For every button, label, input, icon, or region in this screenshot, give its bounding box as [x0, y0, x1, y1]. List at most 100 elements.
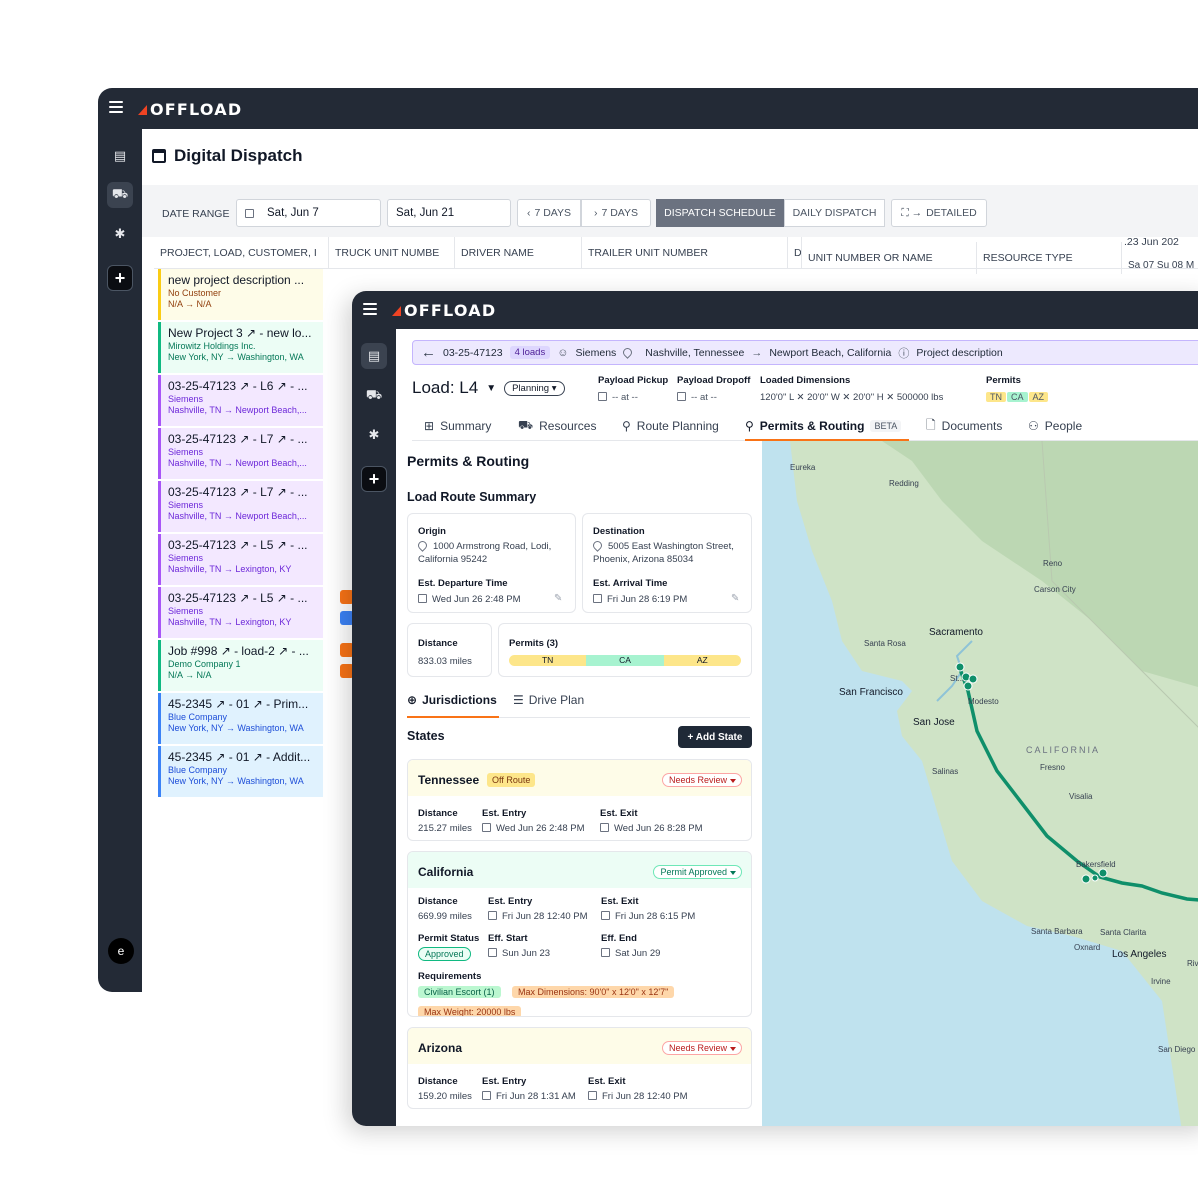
permit-segment-ca: CA [586, 655, 664, 666]
dispatch-toolbar: DATE RANGE Sat, Jun 7 Sat, Jun 21 ‹ 7 DAY… [142, 185, 1198, 237]
column-project[interactable]: PROJECT, LOAD, CUSTOMER, I [154, 237, 329, 269]
calendar-icon [588, 1091, 597, 1100]
requirement-chip: Max Dimensions: 90'0" x 12'0" x 12'7" [512, 986, 675, 998]
caret-down-icon: ▼ [486, 382, 497, 394]
tab-route-planning[interactable]: ⚲ Route Planning [622, 411, 719, 441]
calendar-icon [482, 823, 491, 832]
calendar-icon [488, 911, 497, 920]
dispatch-schedule-button[interactable]: DISPATCH SCHEDULE [656, 199, 784, 227]
grid-header: PROJECT, LOAD, CUSTOMER, I TRUCK UNIT NU… [154, 236, 1198, 274]
list-item[interactable]: 45-2345 ↗ - 01 ↗ - Addit... Blue Company N… [158, 746, 323, 797]
calendar-icon [601, 948, 610, 957]
payload-dropoff: Payload Dropoff -- at -- [677, 375, 751, 403]
tab-drive-plan[interactable]: ☰ Drive Plan [513, 693, 584, 707]
project-list: new project description ... No Customer N/… [158, 269, 323, 799]
dashboard-icon[interactable]: ▤ [361, 343, 387, 369]
add-button[interactable]: + [361, 466, 387, 492]
detailed-button[interactable]: ⛶ → DETAILED [891, 199, 987, 227]
column-truck[interactable]: TRUCK UNIT NUMBE [329, 237, 455, 269]
end-date-input[interactable]: Sat, Jun 21 [387, 199, 511, 227]
calendar-icon [593, 594, 602, 603]
column-d[interactable]: D [788, 237, 802, 269]
chevron-left-icon: ‹ [526, 207, 531, 219]
list-item[interactable]: Job #998 ↗ - load-2 ↗ - ... Demo Company … [158, 640, 323, 691]
edit-icon[interactable]: ✎ [554, 593, 562, 604]
gear-icon[interactable]: ✱ [107, 221, 133, 247]
calendar-icon [482, 1091, 491, 1100]
tab-people[interactable]: ⚇ People [1028, 411, 1082, 441]
route-map[interactable]: Eureka Redding Reno Carson City Santa Ro… [762, 441, 1198, 1126]
route-icon: ⚲ [622, 419, 631, 433]
loads-count-badge: 4 loads [509, 346, 551, 359]
breadcrumb-destination: Newport Beach, California [769, 346, 892, 359]
add-state-button[interactable]: + Add State [678, 726, 752, 748]
active-subtab-indicator [407, 716, 499, 718]
tab-summary[interactable]: ⊞ Summary [424, 411, 491, 441]
calendar-icon [418, 594, 427, 603]
list-item[interactable]: New Project 3 ↗ - new lo... Mirowitz Hold… [158, 322, 323, 373]
breadcrumb-load-id[interactable]: 03-25-47123 [443, 347, 503, 359]
start-date-input[interactable]: Sat, Jun 7 [236, 199, 381, 227]
column-trailer[interactable]: TRAILER UNIT NUMBER [582, 237, 788, 269]
gear-icon[interactable]: ✱ [361, 422, 387, 448]
sidebar: ▤ ⛟ ✱ + [352, 329, 396, 1126]
load-title[interactable]: Load: L4 ▼ Planning ▾ [412, 378, 565, 398]
column-driver[interactable]: DRIVER NAME [455, 237, 582, 269]
tab-jurisdictions[interactable]: ⊕ Jurisdictions [407, 693, 497, 707]
map-label: San Francisco [839, 687, 903, 698]
column-resource[interactable]: RESOURCE TYPE [977, 242, 1122, 274]
location-icon [416, 539, 429, 552]
destination-card: Destination 5005 East Washington Street,… [582, 513, 752, 613]
dashboard-icon[interactable]: ▤ [107, 143, 133, 169]
status-dropdown[interactable]: Needs Review [661, 773, 742, 787]
expand-icon: ⛶ → [901, 206, 923, 219]
date-range-label: DATE RANGE [162, 208, 230, 220]
load-tabs: ⊞ Summary ⛟ Resources ⚲ Route Planning ⚲ Per… [412, 411, 1198, 441]
user-icon: ☺ [557, 346, 569, 359]
avatar[interactable]: e [108, 938, 134, 964]
add-button[interactable]: + [107, 265, 133, 291]
truck-icon[interactable]: ⛟ [107, 182, 133, 208]
menu-icon[interactable] [109, 101, 123, 113]
route-summary-title: Load Route Summary [407, 490, 537, 504]
loaded-dimensions: Loaded Dimensions 120'0" L ✕ 20'0" W ✕ 2… [760, 375, 944, 403]
tab-permits-routing[interactable]: ⚲ Permits & Routing BETA [745, 411, 902, 441]
map-label: Salinas [932, 767, 959, 776]
permits-progress-bar: TN CA AZ [509, 655, 741, 666]
grid-icon: ⊞ [424, 419, 435, 433]
truck-icon[interactable]: ⛟ [361, 383, 387, 409]
daily-dispatch-button[interactable]: DAILY DISPATCH [784, 199, 885, 227]
location-icon [591, 539, 604, 552]
list-item[interactable]: 45-2345 ↗ - 01 ↗ - Prim... Blue Company Ne… [158, 693, 323, 744]
tab-documents[interactable]: 🗋 Documents [926, 411, 1002, 441]
list-item[interactable]: 03-25-47123 ↗ - L7 ↗ - ... Siemens Nashvil… [158, 481, 323, 532]
list-item[interactable]: 03-25-47123 ↗ - L7 ↗ - ... Siemens Nashvil… [158, 428, 323, 479]
map-land [790, 441, 1198, 1126]
map-label: Bakersfield [1076, 860, 1116, 869]
prev-7-days-button[interactable]: ‹ 7 DAYS [517, 199, 581, 227]
truck-icon: ⛟ [518, 418, 534, 432]
list-item[interactable]: 03-25-47123 ↗ - L5 ↗ - ... Siemens Nashvil… [158, 534, 323, 585]
tab-resources[interactable]: ⛟ Resources [518, 411, 596, 441]
list-item[interactable]: 03-25-47123 ↗ - L6 ↗ - ... Siemens Nashvil… [158, 375, 323, 426]
list-item[interactable]: new project description ... No Customer N/… [158, 269, 323, 320]
menu-icon[interactable] [363, 303, 377, 315]
map-label: CALIFORNIA [1026, 745, 1101, 755]
edit-icon[interactable]: ✎ [731, 593, 739, 604]
next-7-days-button[interactable]: › 7 DAYS [581, 199, 651, 227]
sidebar: ▤ ⛟ ✱ + e [98, 129, 142, 992]
arrow-left-icon[interactable]: ← [421, 344, 436, 361]
location-icon [621, 346, 635, 359]
status-dropdown[interactable]: Permit Approved [653, 865, 742, 879]
states-title: States [407, 729, 445, 743]
column-unit[interactable]: UNIT NUMBER OR NAME [802, 242, 977, 274]
chevron-right-icon: › [593, 207, 598, 219]
map-label: Redding [889, 479, 919, 488]
calendar-icon [598, 392, 607, 401]
state-card-california: California Permit Approved Distance 669.… [407, 851, 752, 1017]
breadcrumb: ← 03-25-47123 4 loads ☺ Siemens Nashvill… [412, 340, 1198, 365]
status-dropdown[interactable]: Needs Review [661, 1041, 742, 1055]
list-item[interactable]: 03-25-47123 ↗ - L5 ↗ - ... Siemens Nashvil… [158, 587, 323, 638]
permits-routing-panel: Permits & Routing Load Route Summary Ori… [396, 441, 762, 1126]
status-select[interactable]: Planning ▾ [504, 380, 565, 396]
